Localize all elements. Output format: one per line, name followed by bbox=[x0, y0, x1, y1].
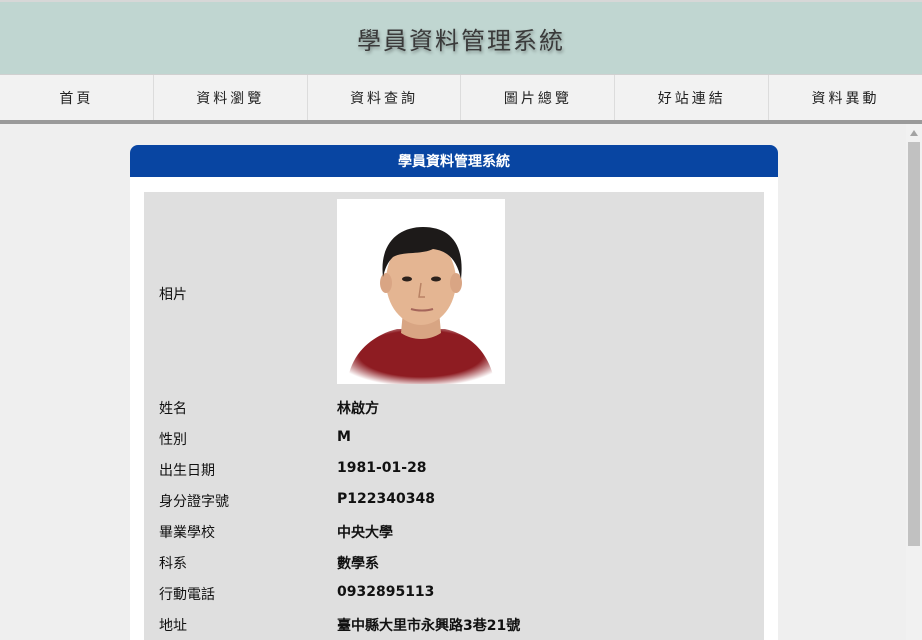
scrollbar-thumb[interactable] bbox=[908, 142, 920, 546]
field-value: P122340348 bbox=[337, 491, 435, 507]
field-row-mobile: 行動電話 0932895113 bbox=[144, 578, 764, 609]
photo-label: 相片 bbox=[159, 287, 187, 303]
nav-item-home[interactable]: 首頁 bbox=[0, 75, 154, 121]
vertical-scrollbar[interactable] bbox=[906, 124, 922, 640]
panel-title: 學員資料管理系統 bbox=[398, 154, 510, 170]
photo-row: 相片 bbox=[144, 192, 764, 392]
nav-item-search[interactable]: 資料查詢 bbox=[308, 75, 462, 121]
field-row-address: 地址 臺中縣大里市永興路3巷21號 bbox=[144, 609, 764, 640]
field-value: 數學系 bbox=[337, 556, 379, 572]
site-header: 學員資料管理系統 bbox=[0, 2, 922, 74]
field-label: 地址 bbox=[159, 618, 187, 634]
panel-header: 學員資料管理系統 bbox=[130, 145, 778, 177]
field-row-id-number: 身分證字號 P122340348 bbox=[144, 485, 764, 516]
field-value: 0932895113 bbox=[337, 584, 435, 600]
scroll-up-arrow-icon[interactable] bbox=[906, 124, 922, 142]
field-row-name: 姓名 林啟方 bbox=[144, 392, 764, 423]
field-value: M bbox=[337, 429, 351, 445]
field-label: 出生日期 bbox=[159, 463, 215, 479]
field-row-department: 科系 數學系 bbox=[144, 547, 764, 578]
nav-item-gallery[interactable]: 圖片總覽 bbox=[461, 75, 616, 121]
nav-item-browse[interactable]: 資料瀏覽 bbox=[154, 75, 308, 121]
field-value: 臺中縣大里市永興路3巷21號 bbox=[337, 618, 521, 634]
student-info: 相片 姓名 林啟方 性別 M 出生日期 1981-01-28 身分證字號 P12… bbox=[144, 192, 764, 640]
nav-item-edit[interactable]: 資料異動 bbox=[769, 75, 922, 121]
main-content: 學員資料管理系統 相片 姓名 林啟方 性別 M 出生日期 1981-01-28 … bbox=[0, 124, 906, 640]
field-label: 畢業學校 bbox=[159, 525, 215, 541]
field-label: 科系 bbox=[159, 556, 187, 572]
field-value: 林啟方 bbox=[337, 401, 379, 417]
site-title: 學員資料管理系統 bbox=[357, 26, 565, 55]
field-row-gender: 性別 M bbox=[144, 423, 764, 454]
student-photo bbox=[337, 199, 505, 384]
field-row-school: 畢業學校 中央大學 bbox=[144, 516, 764, 547]
student-panel: 學員資料管理系統 相片 姓名 林啟方 性別 M 出生日期 1981-01-28 … bbox=[130, 145, 778, 640]
field-label: 姓名 bbox=[159, 401, 187, 417]
field-value: 中央大學 bbox=[337, 525, 393, 541]
field-label: 行動電話 bbox=[159, 587, 215, 603]
field-label: 性別 bbox=[159, 432, 187, 448]
field-label: 身分證字號 bbox=[159, 494, 229, 510]
field-value: 1981-01-28 bbox=[337, 460, 427, 476]
field-row-birthdate: 出生日期 1981-01-28 bbox=[144, 454, 764, 485]
main-nav: 首頁 資料瀏覽 資料查詢 圖片總覽 好站連結 資料異動 bbox=[0, 74, 922, 121]
nav-item-links[interactable]: 好站連結 bbox=[615, 75, 770, 121]
